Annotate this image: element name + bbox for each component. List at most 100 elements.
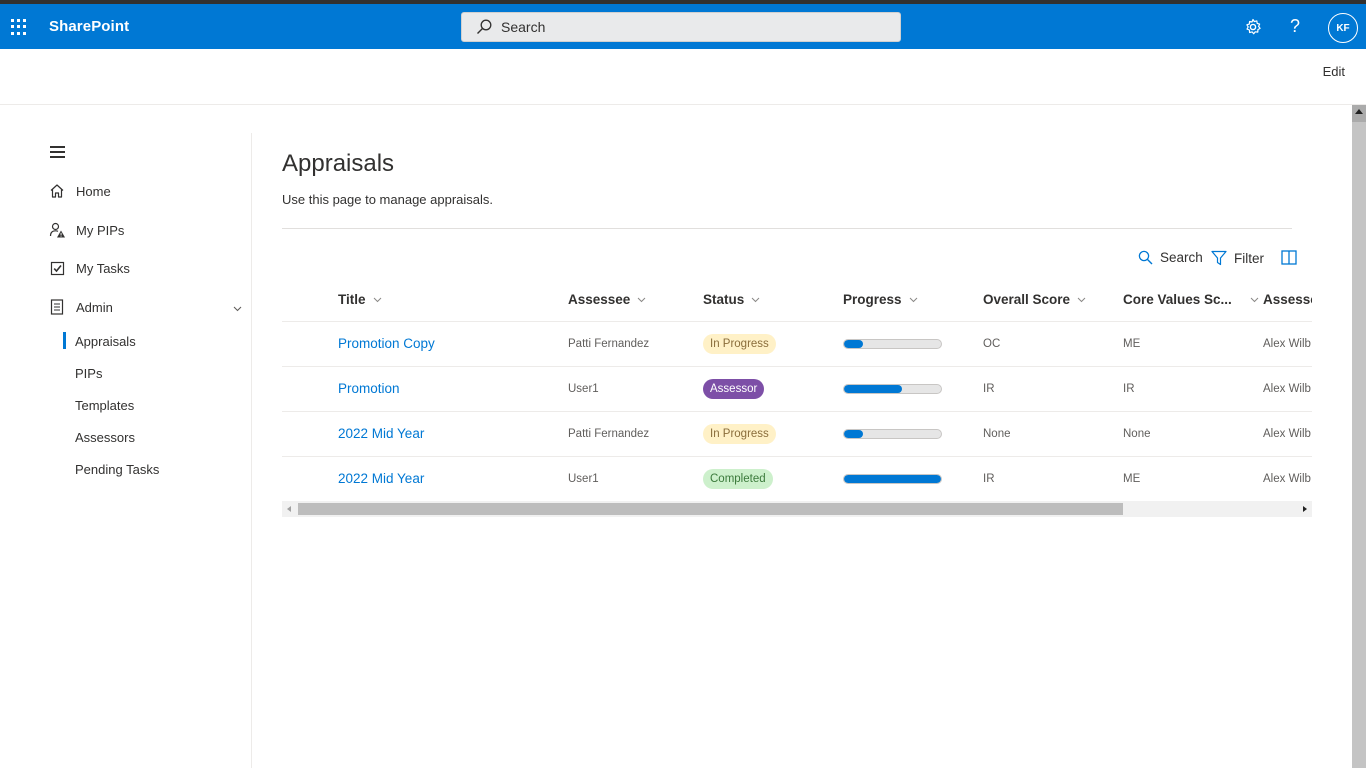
progress-fill bbox=[844, 339, 864, 348]
app-launcher-icon[interactable] bbox=[11, 19, 27, 35]
table-row[interactable]: 2022 Mid Year Patti Fernandez In Progress N… bbox=[282, 411, 1312, 457]
column-options-button[interactable] bbox=[1281, 250, 1304, 265]
progress-bar bbox=[843, 473, 942, 484]
progress-fill bbox=[844, 429, 864, 438]
divider bbox=[282, 228, 1292, 229]
selected-indicator bbox=[63, 332, 66, 349]
column-header-core-values-score[interactable]: Core Values Sc... bbox=[1123, 278, 1263, 322]
scrollbar-track[interactable] bbox=[1352, 122, 1366, 768]
title-link[interactable]: 2022 Mid Year bbox=[338, 471, 424, 486]
appraisals-table: Title Assessee Status Progress Overall S… bbox=[282, 278, 1312, 502]
status-cell: In Progress bbox=[703, 411, 843, 457]
nav-item-appraisals[interactable]: Appraisals bbox=[75, 334, 136, 349]
core-values-score-cell: IR bbox=[1123, 366, 1263, 412]
left-navigation: Home My PIPs My Tasks Admin Appraisals P… bbox=[0, 133, 252, 768]
table-header-row: Title Assessee Status Progress Overall S… bbox=[282, 278, 1312, 322]
assessor-cell: Alex Wilb bbox=[1263, 321, 1312, 367]
progress-fill bbox=[844, 384, 903, 393]
column-header-assessee[interactable]: Assessee bbox=[568, 278, 703, 322]
chevron-down-icon bbox=[1250, 297, 1259, 302]
nav-item-admin[interactable]: Admin bbox=[48, 298, 113, 316]
scrollbar-thumb[interactable] bbox=[298, 503, 1123, 515]
assessor-cell: Alex Wilb bbox=[1263, 411, 1312, 457]
progress-bar bbox=[843, 428, 942, 439]
assessee-cell: User1 bbox=[568, 366, 703, 412]
table-row[interactable]: Promotion User1 Assessor IR IR Alex Wilb bbox=[282, 366, 1312, 412]
progress-bar bbox=[843, 338, 942, 349]
nav-item-pips[interactable]: PIPs bbox=[75, 366, 102, 381]
progress-cell bbox=[843, 321, 983, 367]
overall-score-cell: IR bbox=[983, 366, 1123, 412]
title-link[interactable]: 2022 Mid Year bbox=[338, 426, 424, 441]
search-icon bbox=[1138, 250, 1153, 265]
vertical-scrollbar[interactable] bbox=[1352, 105, 1366, 768]
chevron-down-icon bbox=[637, 297, 646, 302]
chevron-down-icon bbox=[1077, 297, 1086, 302]
avatar[interactable]: KF bbox=[1328, 13, 1358, 43]
help-icon[interactable]: ? bbox=[1290, 16, 1300, 37]
columns-icon bbox=[1281, 250, 1297, 265]
status-badge: Assessor bbox=[703, 378, 765, 399]
nav-item-label: Admin bbox=[76, 299, 113, 315]
row-select-cell[interactable] bbox=[282, 411, 338, 457]
command-bar: Edit bbox=[0, 49, 1366, 105]
core-values-score-cell: ME bbox=[1123, 456, 1263, 502]
title-cell: Promotion bbox=[338, 366, 568, 412]
nav-item-my-pips[interactable]: My PIPs bbox=[48, 221, 124, 239]
progress-cell bbox=[843, 456, 983, 502]
core-values-score-cell: None bbox=[1123, 411, 1263, 457]
nav-item-my-tasks[interactable]: My Tasks bbox=[48, 259, 130, 277]
scroll-up-icon[interactable] bbox=[1355, 109, 1363, 114]
filter-icon bbox=[1211, 250, 1227, 266]
table-row[interactable]: 2022 Mid Year User1 Completed IR ME Alex Wilb bbox=[282, 456, 1312, 502]
overall-score-cell: OC bbox=[983, 321, 1123, 367]
status-badge: In Progress bbox=[703, 423, 776, 444]
progress-cell bbox=[843, 411, 983, 457]
nav-item-home[interactable]: Home bbox=[48, 182, 111, 200]
core-values-score-cell: ME bbox=[1123, 321, 1263, 367]
list-search-button[interactable]: Search bbox=[1138, 250, 1203, 265]
search-input[interactable] bbox=[501, 19, 881, 35]
row-select-cell[interactable] bbox=[282, 366, 338, 412]
status-cell: Assessor bbox=[703, 366, 843, 412]
row-select-cell[interactable] bbox=[282, 456, 338, 502]
edit-button[interactable]: Edit bbox=[1323, 64, 1345, 79]
status-cell: In Progress bbox=[703, 321, 843, 367]
chevron-down-icon[interactable] bbox=[233, 304, 242, 313]
scroll-left-icon[interactable] bbox=[287, 506, 291, 512]
nav-item-pending-tasks[interactable]: Pending Tasks bbox=[75, 462, 159, 477]
title-cell: 2022 Mid Year bbox=[338, 411, 568, 457]
progress-bar bbox=[843, 383, 942, 394]
title-link[interactable]: Promotion bbox=[338, 381, 400, 396]
search-box[interactable] bbox=[461, 12, 901, 42]
column-header-status[interactable]: Status bbox=[703, 278, 843, 322]
app-name-link[interactable]: SharePoint bbox=[49, 18, 129, 35]
title-link[interactable]: Promotion Copy bbox=[338, 336, 435, 351]
column-header-title[interactable]: Title bbox=[338, 278, 568, 322]
status-cell: Completed bbox=[703, 456, 843, 502]
page-description: Use this page to manage appraisals. bbox=[282, 192, 494, 207]
gear-icon[interactable] bbox=[1244, 18, 1262, 36]
filter-label: Filter bbox=[1234, 250, 1264, 266]
progress-cell bbox=[843, 366, 983, 412]
status-badge: Completed bbox=[703, 468, 773, 489]
nav-item-label: My PIPs bbox=[76, 222, 125, 238]
home-icon bbox=[48, 182, 66, 200]
column-header-overall-score[interactable]: Overall Score bbox=[983, 278, 1123, 322]
column-header-assessor[interactable]: Assesso bbox=[1263, 278, 1312, 322]
assessee-cell: User1 bbox=[568, 456, 703, 502]
horizontal-scrollbar[interactable] bbox=[282, 501, 1312, 517]
table-row[interactable]: Promotion Copy Patti Fernandez In Progress… bbox=[282, 321, 1312, 367]
chevron-down-icon bbox=[373, 297, 381, 302]
nav-item-label: Home bbox=[76, 183, 111, 199]
search-label: Search bbox=[1160, 250, 1203, 265]
hamburger-menu-icon[interactable] bbox=[50, 146, 65, 161]
column-header-progress[interactable]: Progress bbox=[843, 278, 983, 322]
nav-item-assessors[interactable]: Assessors bbox=[75, 430, 135, 445]
checkbox-icon bbox=[48, 259, 66, 277]
filter-button[interactable]: Filter bbox=[1211, 250, 1264, 266]
scroll-right-icon[interactable] bbox=[1303, 506, 1307, 512]
nav-item-templates[interactable]: Templates bbox=[75, 398, 134, 413]
chevron-down-icon bbox=[751, 297, 760, 302]
row-select-cell[interactable] bbox=[282, 321, 338, 367]
